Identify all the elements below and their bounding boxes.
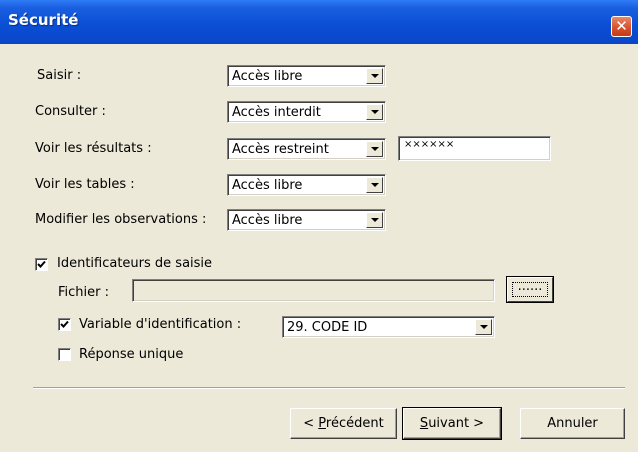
previous-rest: récédent	[325, 416, 384, 431]
label-consulter: Consulter :	[35, 104, 106, 119]
next-button[interactable]: Suivant >	[402, 407, 502, 440]
password-field[interactable]: ××××××	[398, 136, 551, 161]
dropdown-arrow-icon[interactable]	[475, 319, 492, 335]
previous-button[interactable]: < Précédent	[290, 408, 397, 439]
next-hotkey: S	[419, 416, 429, 431]
window-title: Sécurité	[8, 11, 79, 29]
select-voir-resultats-value: Accès restreint	[232, 142, 329, 157]
variable-label[interactable]: Variable d'identification :	[79, 317, 241, 332]
close-icon: ✕	[615, 17, 628, 35]
next-rest: uivant >	[428, 416, 485, 431]
select-variable-value: 29. CODE ID	[287, 320, 368, 335]
variable-checkbox[interactable]	[58, 318, 71, 331]
title-bar: Sécurité ✕	[0, 0, 638, 44]
reponse-unique-label[interactable]: Réponse unique	[79, 347, 183, 362]
label-voir-tables: Voir les tables :	[35, 177, 135, 192]
label-modifier-observations: Modifier les observations :	[35, 212, 207, 227]
identificateurs-checkbox[interactable]	[35, 258, 48, 271]
close-button[interactable]: ✕	[611, 16, 632, 37]
separator	[33, 387, 625, 389]
select-consulter-value: Accès interdit	[232, 105, 321, 120]
select-voir-tables[interactable]: Accès libre	[227, 174, 386, 196]
select-modifier-observations[interactable]: Accès libre	[227, 209, 386, 231]
cancel-button[interactable]: Annuler	[520, 408, 625, 439]
label-saisir: Saisir :	[37, 68, 82, 83]
dropdown-arrow-icon[interactable]	[366, 177, 383, 193]
select-modifier-observations-value: Accès libre	[232, 213, 303, 228]
select-consulter[interactable]: Accès interdit	[227, 101, 386, 123]
identificateurs-label[interactable]: Identificateurs de saisie	[57, 256, 212, 271]
previous-prefix: <	[303, 416, 319, 431]
select-saisir[interactable]: Accès libre	[227, 65, 386, 87]
browse-focus-rect	[512, 282, 548, 297]
previous-hotkey: P	[318, 416, 326, 431]
dropdown-arrow-icon[interactable]	[366, 212, 383, 228]
dropdown-arrow-icon[interactable]	[366, 68, 383, 84]
checkmark-icon	[60, 320, 69, 328]
password-value: ××××××	[404, 139, 455, 150]
select-voir-resultats[interactable]: Accès restreint	[227, 138, 386, 160]
fichier-label: Fichier :	[58, 285, 109, 300]
dropdown-arrow-icon[interactable]	[366, 104, 383, 120]
dropdown-arrow-icon[interactable]	[366, 141, 383, 157]
select-saisir-value: Accès libre	[232, 69, 303, 84]
checkmark-icon	[37, 260, 46, 268]
label-voir-resultats: Voir les résultats :	[35, 141, 152, 156]
browse-button[interactable]: ......	[506, 276, 554, 303]
fichier-field[interactable]	[132, 279, 495, 302]
select-voir-tables-value: Accès libre	[232, 178, 303, 193]
reponse-unique-checkbox[interactable]	[58, 348, 71, 361]
select-variable[interactable]: 29. CODE ID	[282, 316, 495, 338]
